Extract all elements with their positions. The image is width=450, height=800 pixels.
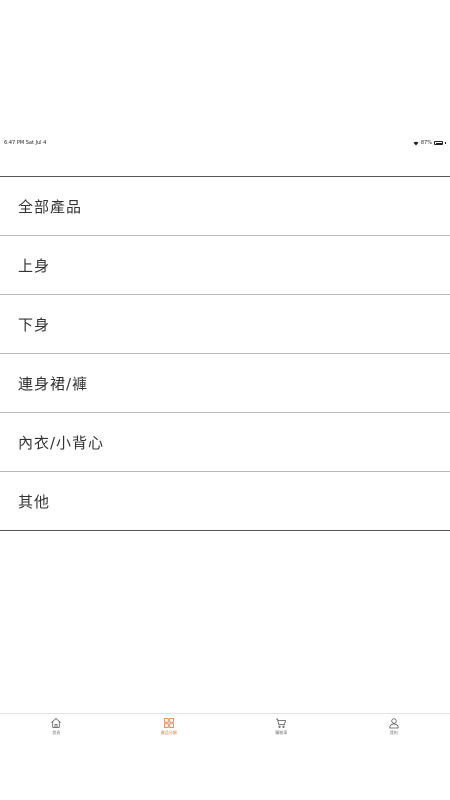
category-item-bottoms[interactable]: 下身 [0,295,450,354]
tab-label: 產品分類 [160,730,177,735]
category-label: 其他 [18,492,51,511]
category-label: 下身 [18,315,51,334]
category-item-all[interactable]: 全部產品 [0,177,450,236]
category-item-tops[interactable]: 上身 [0,236,450,295]
category-label: 內衣/小背心 [18,433,105,452]
category-label: 連身裙/褲 [18,374,89,393]
category-item-dresses[interactable]: 連身裙/褲 [0,354,450,413]
grid-icon [163,718,174,728]
tab-label: 我的 [389,730,398,735]
category-label: 上身 [18,256,51,275]
tab-label: 購物車 [275,730,288,735]
tab-cart[interactable]: 購物車 [225,714,338,738]
status-bar: 6:47 PM Sat Jul 4 87% [0,137,450,149]
cart-icon [276,718,287,728]
status-time: 6:47 PM Sat Jul 4 [4,140,47,146]
tab-label: 首頁 [52,730,61,735]
tab-profile[interactable]: 我的 [338,714,450,738]
tab-bar: 首頁 產品分類 購物車 我的 [0,713,450,738]
category-list: 全部產品 上身 下身 連身裙/褲 內衣/小背心 其他 [0,176,450,531]
category-item-underwear[interactable]: 內衣/小背心 [0,413,450,472]
wifi-icon [413,141,419,145]
battery-percent: 87% [420,140,432,146]
status-indicators: 87% [413,140,446,146]
tab-categories[interactable]: 產品分類 [113,714,226,738]
category-item-others[interactable]: 其他 [0,472,450,530]
home-icon [51,718,62,728]
battery-level-fill [435,142,442,144]
battery-tip [445,142,446,144]
user-icon [389,718,399,729]
category-label: 全部產品 [18,197,83,216]
battery-icon [434,141,443,145]
tab-home[interactable]: 首頁 [0,714,113,738]
